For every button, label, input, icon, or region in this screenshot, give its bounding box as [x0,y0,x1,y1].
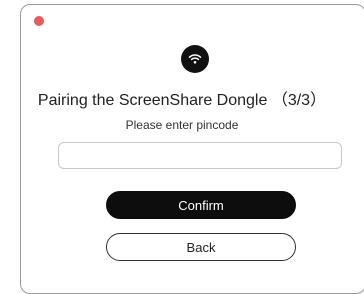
confirm-button-label: Confirm [178,197,224,213]
pincode-input[interactable] [58,142,342,169]
dialog-title: Pairing the ScreenShare Dongle （3/3） [37,92,327,109]
wifi-icon [181,45,209,73]
pincode-prompt: Please enter pincode [125,118,239,132]
wifi-icon-glyph [188,54,202,64]
back-button-label: Back [186,239,216,255]
back-button[interactable]: Back [106,233,296,261]
confirm-button[interactable]: Confirm [106,191,296,219]
close-window-button[interactable] [34,16,44,26]
